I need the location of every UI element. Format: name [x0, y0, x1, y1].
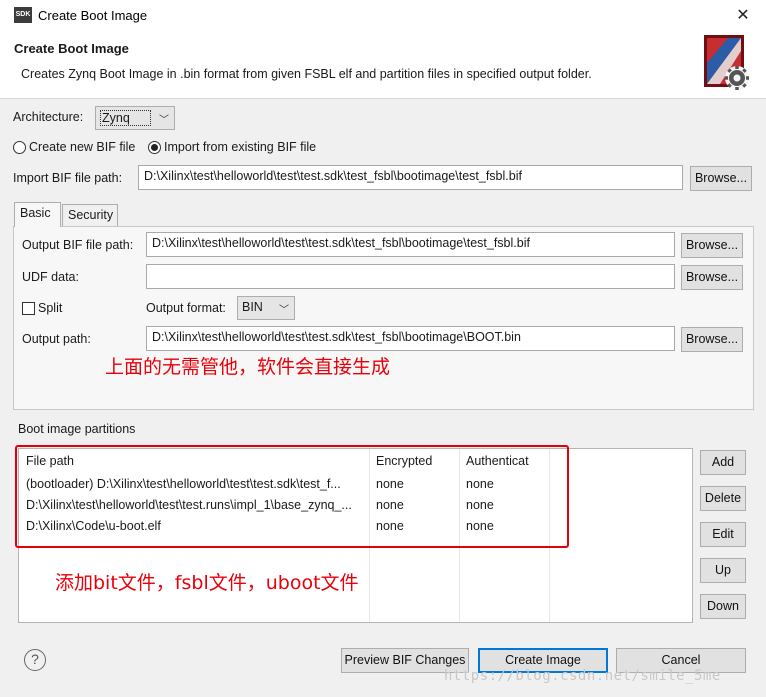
- output-bif-path-input[interactable]: D:\Xilinx\test\helloworld\test\test.sdk\…: [146, 232, 675, 257]
- output-path-browse-button[interactable]: Browse...: [681, 327, 743, 352]
- architecture-value: Zynq: [100, 110, 151, 126]
- udf-browse-button[interactable]: Browse...: [681, 265, 743, 290]
- output-bif-browse-button[interactable]: Browse...: [681, 233, 743, 258]
- header-title: Create Boot Image: [14, 41, 129, 56]
- annotation-top: 上面的无需管他，软件会直接生成: [105, 356, 391, 378]
- output-path-label: Output path:: [22, 332, 91, 346]
- create-new-bif-label[interactable]: Create new BIF file: [29, 140, 135, 154]
- tab-security[interactable]: Security: [62, 204, 118, 226]
- import-existing-bif-label[interactable]: Import from existing BIF file: [164, 140, 316, 154]
- output-path-input[interactable]: D:\Xilinx\test\helloworld\test\test.sdk\…: [146, 326, 675, 351]
- import-existing-bif-radio[interactable]: [148, 141, 161, 154]
- split-checkbox[interactable]: [22, 302, 35, 315]
- down-button[interactable]: Down: [700, 594, 746, 619]
- create-new-bif-radio[interactable]: [13, 141, 26, 154]
- import-bif-browse-button[interactable]: Browse...: [690, 166, 752, 191]
- architecture-select[interactable]: Zynq ﹀: [95, 106, 175, 130]
- add-button[interactable]: Add: [700, 450, 746, 475]
- output-format-label: Output format:: [146, 301, 226, 315]
- chevron-down-icon: ﹀: [279, 305, 289, 316]
- output-bif-path-label: Output BIF file path:: [22, 238, 134, 252]
- import-bif-path-label: Import BIF file path:: [13, 171, 123, 185]
- chevron-down-icon: ﹀: [159, 115, 169, 126]
- window-title: Create Boot Image: [38, 8, 148, 23]
- partitions-label: Boot image partitions: [18, 422, 136, 436]
- udf-data-label: UDF data:: [22, 270, 79, 284]
- output-format-select[interactable]: BIN ﹀: [237, 296, 295, 320]
- boot-image-wizard-icon: [704, 35, 749, 90]
- delete-button[interactable]: Delete: [700, 486, 746, 511]
- import-bif-path-input[interactable]: D:\Xilinx\test\helloworld\test\test.sdk\…: [138, 165, 683, 190]
- header-description: Creates Zynq Boot Image in .bin format f…: [21, 67, 592, 81]
- edit-button[interactable]: Edit: [700, 522, 746, 547]
- watermark: https://blog.csdn.net/smile_5me: [444, 668, 721, 684]
- help-icon[interactable]: ?: [24, 649, 46, 671]
- udf-data-input[interactable]: [146, 264, 675, 289]
- architecture-label: Architecture:: [13, 110, 84, 124]
- tab-basic[interactable]: Basic: [14, 202, 61, 227]
- sdk-app-icon: SDK: [14, 7, 32, 23]
- split-label[interactable]: Split: [38, 301, 62, 315]
- close-icon[interactable]: ✕: [734, 5, 752, 25]
- output-format-value: BIN: [242, 300, 263, 314]
- highlight-rectangle: [15, 445, 569, 548]
- annotation-bottom: 添加bit文件，fsbl文件，uboot文件: [55, 572, 359, 594]
- up-button[interactable]: Up: [700, 558, 746, 583]
